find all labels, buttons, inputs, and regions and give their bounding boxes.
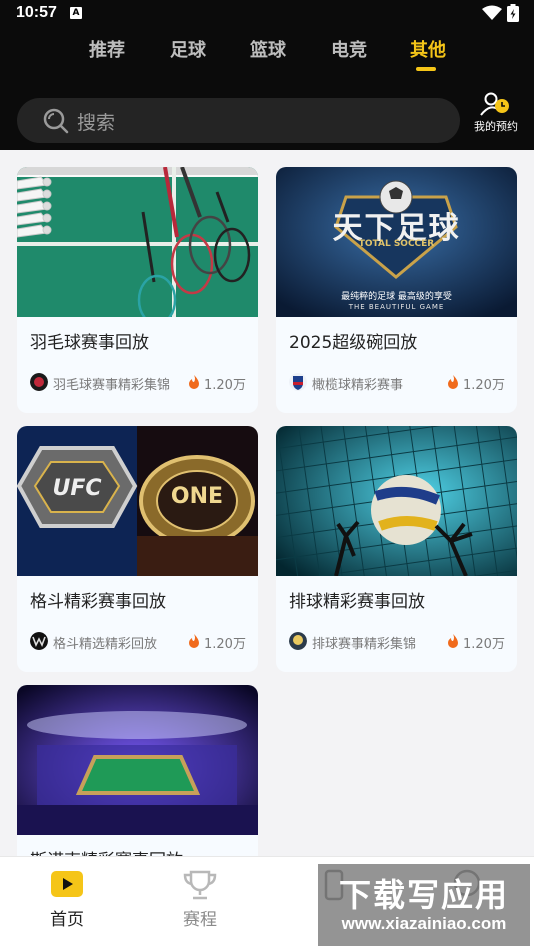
wifi-icon bbox=[482, 5, 502, 20]
soccer-slogan-en: THE BEAUTIFUL GAME bbox=[348, 303, 445, 311]
tab-recommend[interactable]: 推荐 bbox=[89, 36, 125, 62]
status-bar: 10:57 A bbox=[0, 0, 534, 28]
video-card[interactable]: 排球精彩赛事回放 排球赛事精彩集锦 1.20万 bbox=[276, 426, 517, 672]
card-meta: 排球赛事精彩集锦 1.20万 bbox=[289, 631, 507, 652]
category-tabs: 推荐 足球 篮球 电竞 其他 bbox=[0, 36, 534, 76]
watermark-url: www.xiazainiao.com bbox=[341, 914, 507, 933]
my-bookings-label: 我的预约 bbox=[474, 120, 518, 133]
header: 10:57 A 推荐 足球 篮球 电竞 其他 搜索 我的预约 bbox=[0, 0, 534, 150]
trophy-icon bbox=[183, 870, 217, 900]
card-title: 排球精彩赛事回放 bbox=[289, 592, 425, 612]
ufc-belt-text: UFC bbox=[52, 476, 102, 501]
nav-schedule[interactable]: 赛程 bbox=[160, 857, 240, 950]
card-meta: 羽毛球赛事精彩集锦 1.20万 bbox=[30, 372, 248, 393]
play-icon bbox=[51, 871, 83, 897]
card-meta: 橄榄球精彩赛事 1.20万 bbox=[289, 372, 507, 393]
soccer-logo-subtext: TOTAL SOCCER bbox=[358, 239, 435, 249]
one-belt-text: ONE bbox=[170, 484, 224, 509]
card-thumbnail bbox=[17, 685, 258, 835]
card-thumbnail bbox=[276, 426, 517, 576]
tab-basketball[interactable]: 篮球 bbox=[250, 36, 286, 62]
channel-avatar bbox=[30, 632, 48, 650]
video-card[interactable]: 羽毛球赛事回放 羽毛球赛事精彩集锦 1.20万 bbox=[17, 167, 258, 413]
card-title: 羽毛球赛事回放 bbox=[30, 333, 149, 353]
search-bar[interactable]: 搜索 bbox=[17, 98, 460, 143]
my-bookings-button[interactable]: 我的预约 bbox=[468, 92, 524, 136]
nav-schedule-label: 赛程 bbox=[183, 910, 217, 930]
fire-icon bbox=[189, 375, 199, 389]
fire-icon bbox=[448, 375, 458, 389]
video-card[interactable]: 天下足球 TOTAL SOCCER 最纯粹的足球 最高级的享受 THE BEAU… bbox=[276, 167, 517, 413]
card-thumbnail: UFC ONE bbox=[17, 426, 258, 576]
tab-other[interactable]: 其他 bbox=[410, 36, 446, 62]
battery-icon bbox=[507, 4, 519, 22]
fire-icon bbox=[189, 634, 199, 648]
card-thumbnail bbox=[17, 167, 258, 317]
card-thumbnail: 天下足球 TOTAL SOCCER 最纯粹的足球 最高级的享受 THE BEAU… bbox=[276, 167, 517, 317]
view-count: 1.20万 bbox=[204, 378, 246, 393]
active-tab-indicator bbox=[416, 67, 436, 71]
watermark-title: 下载写应用 bbox=[338, 876, 509, 914]
channel-name: 格斗精选精彩回放 bbox=[53, 637, 158, 652]
fire-icon bbox=[448, 634, 458, 648]
card-title: 格斗精彩赛事回放 bbox=[30, 592, 166, 612]
tab-football[interactable]: 足球 bbox=[170, 36, 206, 62]
status-time: 10:57 bbox=[16, 4, 57, 21]
channel-name: 羽毛球赛事精彩集锦 bbox=[53, 378, 171, 393]
tab-esports[interactable]: 电竞 bbox=[331, 36, 367, 62]
view-count: 1.20万 bbox=[463, 637, 505, 652]
card-meta: 格斗精选精彩回放 1.20万 bbox=[30, 631, 248, 652]
channel-avatar bbox=[289, 632, 307, 650]
view-count: 1.20万 bbox=[204, 637, 246, 652]
channel-name: 橄榄球精彩赛事 bbox=[312, 378, 404, 393]
channel-name: 排球赛事精彩集锦 bbox=[312, 637, 417, 652]
channel-avatar bbox=[30, 373, 48, 391]
video-card[interactable]: UFC ONE 格斗精彩赛事回放 格斗精选精彩回放 1.20万 bbox=[17, 426, 258, 672]
view-count: 1.20万 bbox=[463, 378, 505, 393]
soccer-slogan: 最纯粹的足球 最高级的享受 bbox=[341, 292, 452, 302]
nav-home[interactable]: 首页 bbox=[27, 857, 107, 950]
channel-avatar bbox=[289, 373, 307, 391]
search-input[interactable]: 搜索 bbox=[77, 108, 115, 135]
nav-home-label: 首页 bbox=[50, 910, 84, 930]
search-icon bbox=[43, 108, 69, 134]
user-clock-icon bbox=[480, 92, 509, 116]
site-watermark: 下载写应用 www.xiazainiao.com bbox=[318, 864, 530, 946]
card-title: 2025超级碗回放 bbox=[289, 333, 418, 353]
notification-icon: A bbox=[70, 7, 82, 19]
